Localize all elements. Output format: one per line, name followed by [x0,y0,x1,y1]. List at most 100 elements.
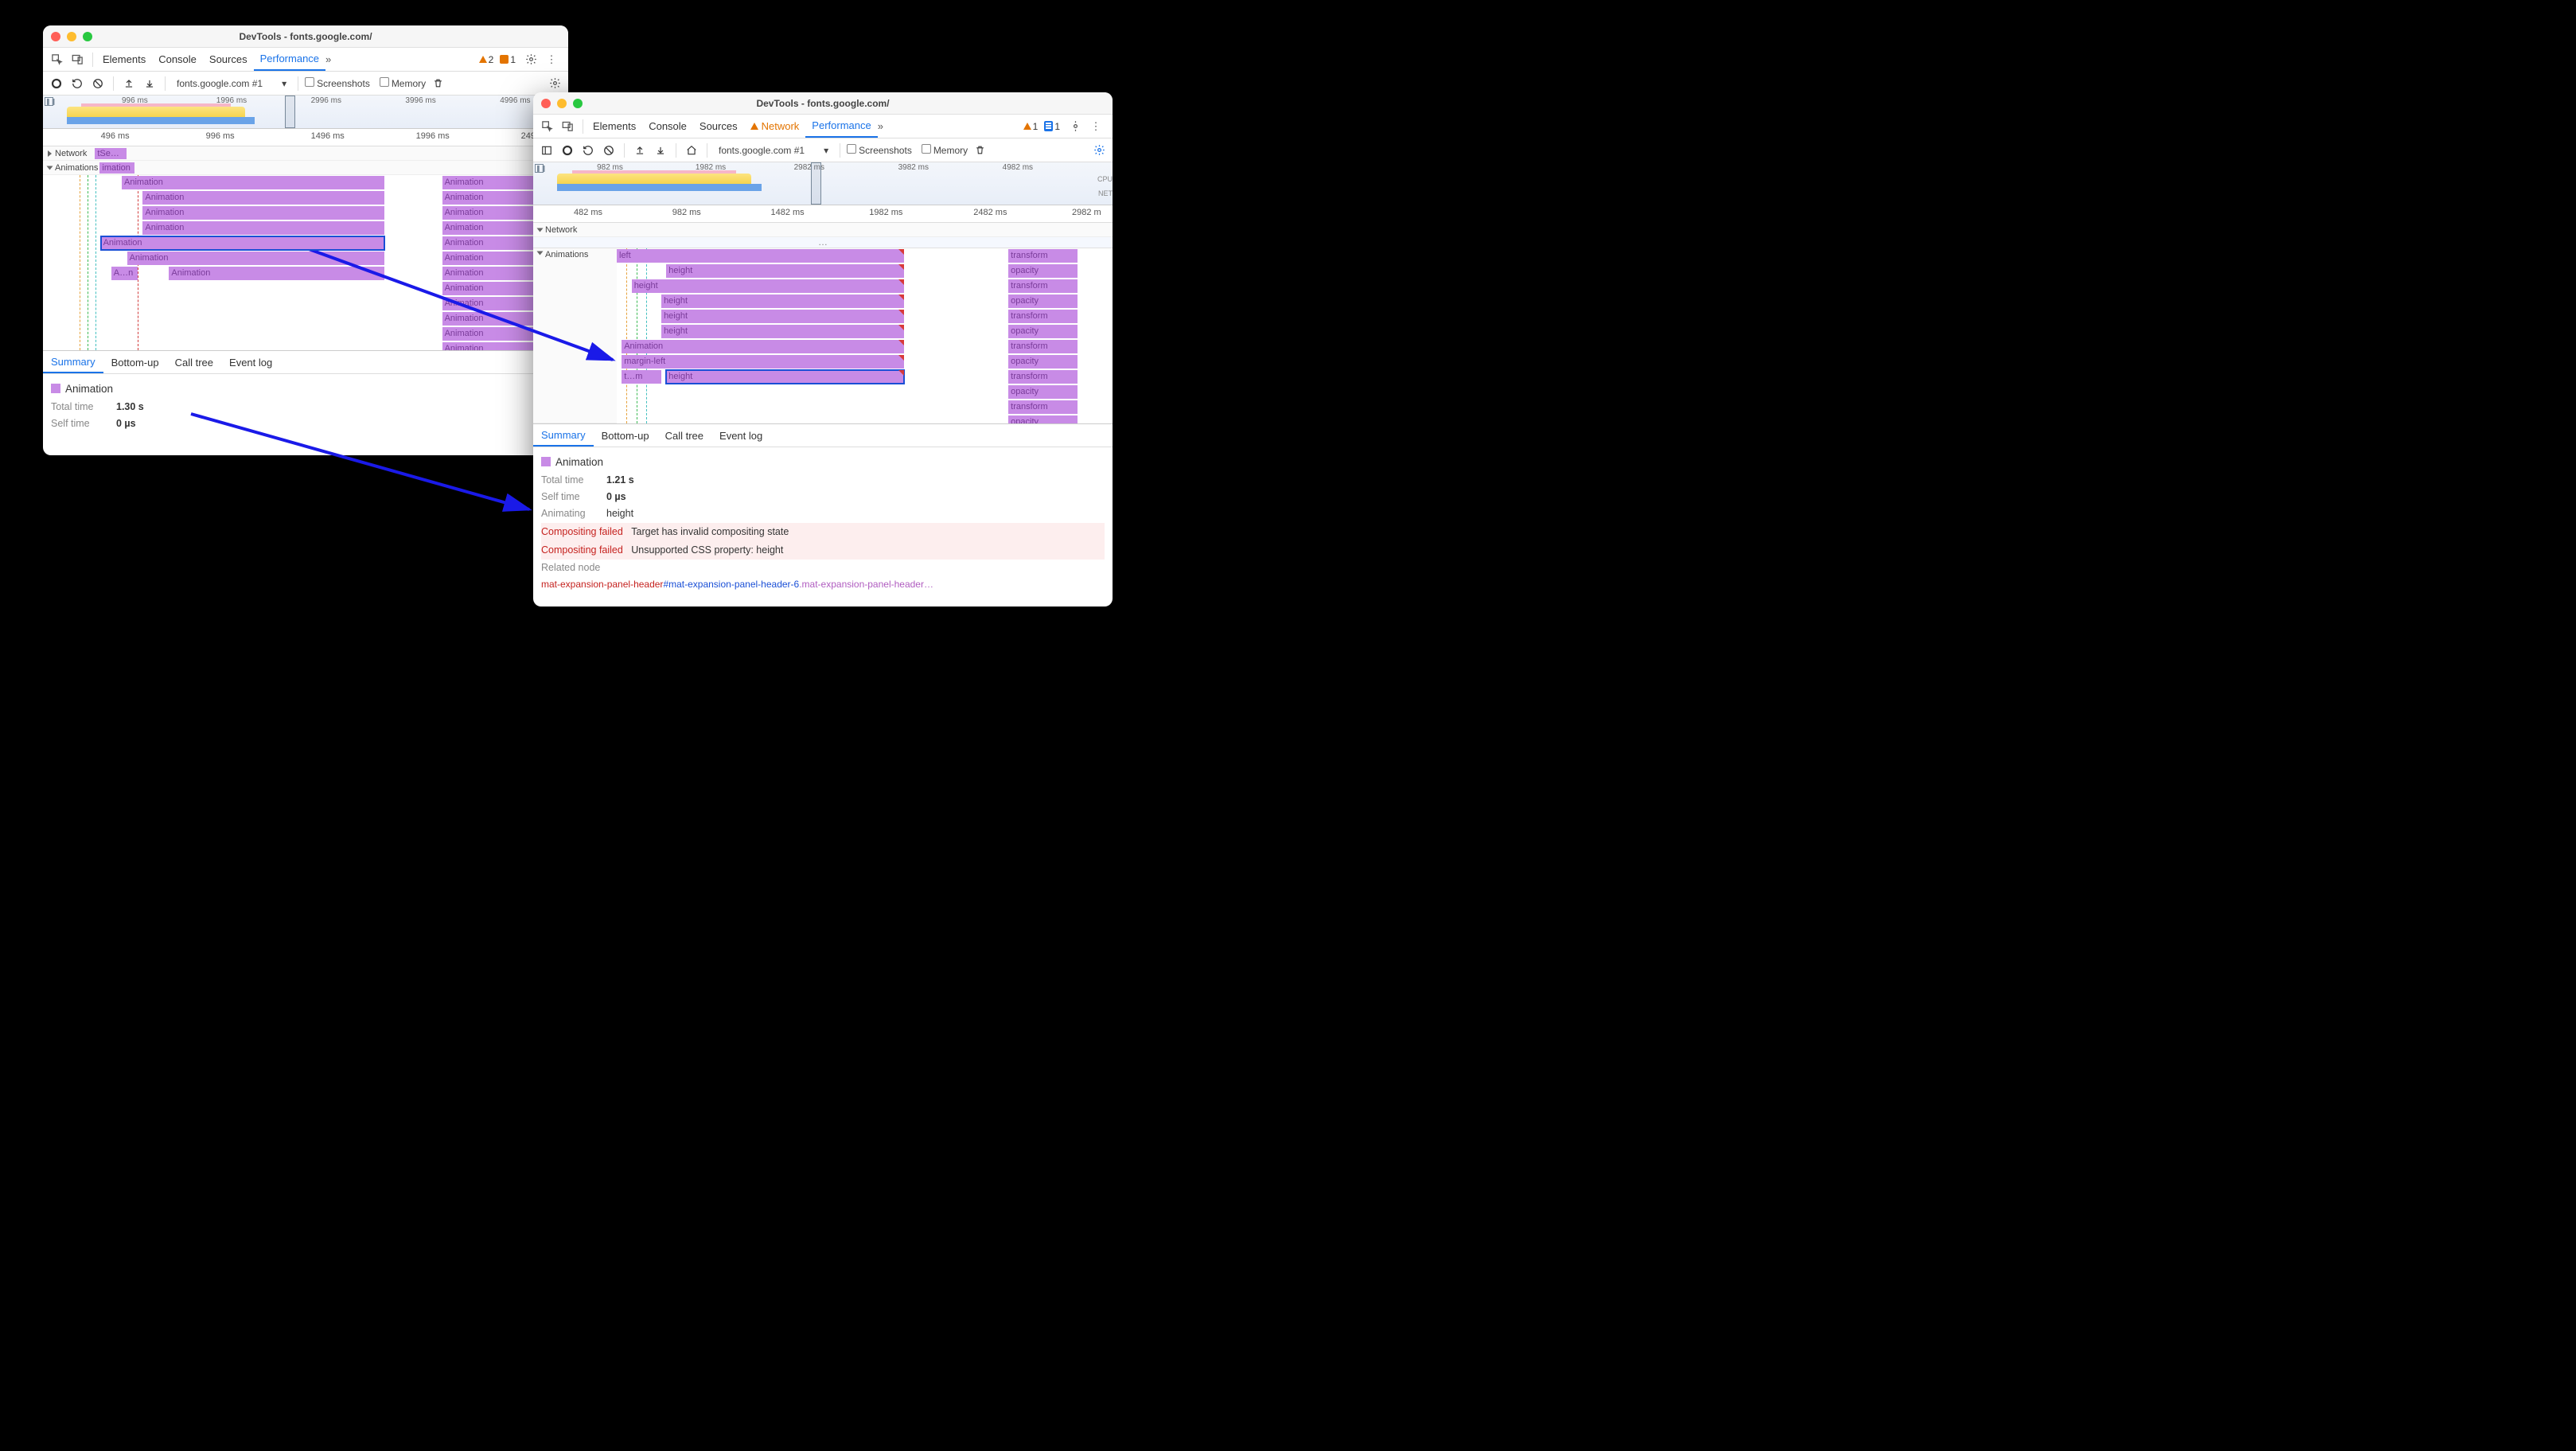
flame-bar[interactable]: opacity [1008,385,1078,399]
tab-console[interactable]: Console [642,115,693,138]
clear-icon[interactable] [600,142,618,159]
settings-icon[interactable] [522,51,540,68]
tab-network[interactable]: Network [744,115,806,138]
overview-handle[interactable] [811,162,821,205]
upload-icon[interactable] [120,75,138,92]
tab-calltree[interactable]: Call tree [167,351,221,373]
tab-elements[interactable]: Elements [96,48,152,71]
reload-icon[interactable] [68,75,86,92]
flame-bar[interactable]: opacity [1008,294,1078,308]
animations-track-header[interactable]: Animations [533,248,617,423]
reload-icon[interactable] [579,142,597,159]
home-icon[interactable] [683,142,700,159]
device-icon[interactable] [559,118,576,135]
record-icon[interactable] [559,142,576,159]
flame-chart[interactable]: Animation Animation Animation Animation … [43,175,568,350]
device-icon[interactable] [68,51,86,68]
animations-track-header[interactable]: Animations imation [43,161,568,175]
inspect-icon[interactable] [538,118,555,135]
flame-bar[interactable]: opacity [1008,415,1078,423]
perf-settings-icon[interactable] [1090,142,1108,159]
inspect-icon[interactable] [48,51,65,68]
tab-eventlog[interactable]: Event log [221,351,280,373]
maximize-icon[interactable] [83,32,92,41]
flame-bar[interactable]: Animation [142,221,384,235]
flame-bar[interactable]: height [661,325,904,338]
flame-bar[interactable]: Animation [122,176,384,189]
flame-bar[interactable]: opacity [1008,325,1078,338]
flame-bar[interactable]: height [661,310,904,323]
issues-badge[interactable]: 1 [500,54,516,65]
close-icon[interactable] [541,99,551,108]
flame-bar[interactable]: opacity [1008,355,1078,369]
more-tabs-icon[interactable]: » [325,53,331,65]
kebab-icon[interactable]: ⋮ [543,51,560,68]
network-track-header[interactable]: Network [533,223,1113,237]
titlebar[interactable]: DevTools - fonts.google.com/ [533,92,1113,115]
tab-summary[interactable]: Summary [533,424,594,447]
flame-bar[interactable]: transform [1008,400,1078,414]
warnings-badge[interactable]: 1 [1023,121,1039,132]
flame-bar-selected[interactable]: height [666,370,904,384]
related-node-link[interactable]: mat-expansion-panel-header#mat-expansion… [541,576,1105,592]
tab-console[interactable]: Console [152,48,203,71]
flame-bar[interactable]: opacity [1008,264,1078,278]
flame-bar[interactable]: Animation [142,206,384,220]
network-item[interactable]: tSe… [95,148,127,159]
overview-minimap[interactable]: ❚❚ 996 ms 1996 ms 2996 ms 3996 ms 4996 m… [43,96,568,129]
flame-bar[interactable]: Animation [169,267,384,280]
flame-bar[interactable]: Animation [142,191,384,205]
tab-performance[interactable]: Performance [805,115,877,138]
download-icon[interactable] [652,142,669,159]
flame-bar[interactable]: height [632,279,905,293]
collapsed-indicator[interactable]: … [533,237,1113,248]
target-select[interactable]: fonts.google.com #1▾ [172,78,291,89]
clear-icon[interactable] [89,75,107,92]
tab-sources[interactable]: Sources [203,48,254,71]
minimize-icon[interactable] [67,32,76,41]
flame-bar[interactable]: transform [1008,340,1078,353]
memory-checkbox[interactable]: Memory [922,144,968,156]
flame-bar[interactable]: transform [1008,249,1078,263]
tab-performance[interactable]: Performance [254,48,325,71]
trash-icon[interactable] [429,75,446,92]
flame-bar[interactable]: transform [1008,279,1078,293]
minimize-icon[interactable] [557,99,567,108]
tab-sources[interactable]: Sources [693,115,744,138]
tab-eventlog[interactable]: Event log [711,424,770,447]
overview-handle[interactable] [285,96,295,128]
flame-bar[interactable]: transform [1008,310,1078,323]
warnings-badge[interactable]: 2 [479,54,494,65]
kebab-icon[interactable]: ⋮ [1087,118,1105,135]
tab-bottomup[interactable]: Bottom-up [103,351,167,373]
titlebar[interactable]: DevTools - fonts.google.com/ [43,25,568,48]
trash-icon[interactable] [971,142,988,159]
more-tabs-icon[interactable]: » [878,120,883,132]
flame-bar[interactable]: height [666,264,904,278]
flame-bar[interactable]: t…m [622,370,661,384]
perf-settings-icon[interactable] [546,75,563,92]
pause-overview-icon[interactable]: ❚❚ [45,97,53,106]
flame-bar[interactable]: margin-left [622,355,904,369]
messages-badge[interactable]: 1 [1044,121,1060,132]
memory-checkbox[interactable]: Memory [380,77,426,89]
flame-chart[interactable]: left height height height height height … [617,248,1113,423]
flame-bar[interactable]: Animation [127,252,384,265]
maximize-icon[interactable] [573,99,583,108]
screenshots-checkbox[interactable]: Screenshots [305,77,370,89]
download-icon[interactable] [141,75,158,92]
network-track-header[interactable]: Network tSe… [43,146,568,161]
tab-elements[interactable]: Elements [587,115,642,138]
flame-bar[interactable]: Animation [622,340,904,353]
screenshots-checkbox[interactable]: Screenshots [847,144,912,156]
tab-bottomup[interactable]: Bottom-up [594,424,657,447]
tab-calltree[interactable]: Call tree [657,424,711,447]
flame-bar[interactable]: height [661,294,904,308]
settings-icon[interactable] [1066,118,1084,135]
sidebar-toggle-icon[interactable] [538,142,555,159]
time-ruler[interactable]: 496 ms 996 ms 1496 ms 1996 ms 2496 [43,129,568,146]
pause-overview-icon[interactable]: ❚❚ [535,164,544,173]
tab-summary[interactable]: Summary [43,351,103,373]
flame-bar[interactable]: left [617,249,904,263]
target-select[interactable]: fonts.google.com #1▾ [714,145,833,156]
